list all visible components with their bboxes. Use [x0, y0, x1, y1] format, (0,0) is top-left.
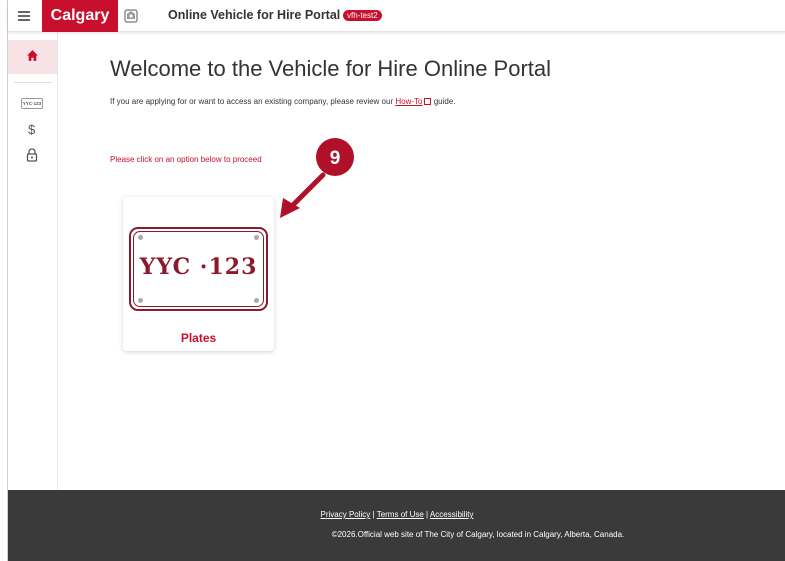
- footer-copyright: ©2026.Official web site of The City of C…: [331, 530, 625, 539]
- privacy-policy-link[interactable]: Privacy Policy: [321, 510, 371, 519]
- plates-card[interactable]: YYC ·123 Plates: [123, 197, 274, 351]
- license-plate-image: YYC ·123: [129, 227, 268, 311]
- sidebar: YYC·123 $: [8, 32, 58, 490]
- footer-separator: |: [426, 510, 429, 519]
- lock-icon[interactable]: [26, 148, 38, 162]
- terms-of-use-link[interactable]: Terms of Use: [377, 510, 424, 519]
- license-plate-icon[interactable]: YYC·123: [21, 98, 43, 109]
- page-title: Welcome to the Vehicle for Hire Online P…: [110, 56, 552, 81]
- footer-links: Privacy Policy | Terms of Use | Accessib…: [8, 510, 785, 519]
- sidebar-divider: [14, 82, 52, 83]
- intro-text-after: guide.: [431, 97, 456, 106]
- dollar-icon[interactable]: $: [28, 122, 35, 137]
- city-crest-icon: [124, 9, 138, 23]
- plates-card-label: Plates: [180, 331, 217, 345]
- accessibility-link[interactable]: Accessibility: [430, 510, 474, 519]
- intro-text: If you are applying for or want to acces…: [110, 97, 456, 106]
- footer-separator: |: [372, 510, 375, 519]
- calgary-logo[interactable]: Calgary: [42, 0, 118, 32]
- how-to-link[interactable]: How-To: [395, 97, 422, 106]
- app-frame: Calgary Online Vehicle for Hire Portal v…: [7, 0, 785, 561]
- portal-title: Online Vehicle for Hire Portal: [168, 8, 341, 22]
- proceed-instruction: Please click on an option below to proce…: [110, 155, 262, 164]
- footer: Privacy Policy | Terms of Use | Accessib…: [8, 490, 785, 561]
- hamburger-menu-icon[interactable]: [16, 7, 36, 25]
- intro-text-before: If you are applying for or want to acces…: [110, 97, 396, 106]
- sidebar-item-home[interactable]: [8, 40, 57, 74]
- home-icon: [27, 50, 38, 61]
- top-header: Calgary Online Vehicle for Hire Portal v…: [8, 0, 785, 32]
- environment-badge: vfh-test2: [343, 10, 382, 21]
- plate-number: YYC ·123: [139, 254, 258, 280]
